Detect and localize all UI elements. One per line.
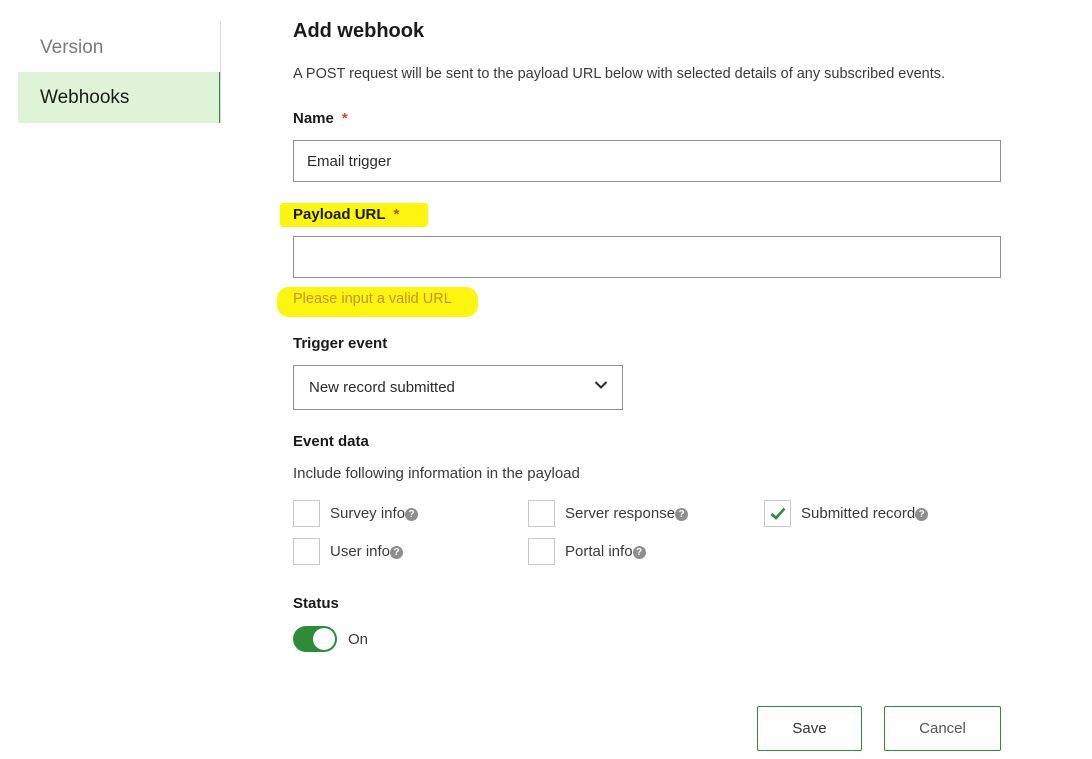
server-response-checkbox[interactable] — [528, 500, 555, 527]
event-data-label: Event data — [293, 433, 369, 450]
checkbox-submitted-record: Submitted record? — [764, 500, 929, 527]
checkbox-portal-info: Portal info? — [528, 538, 646, 565]
checkbox-label: Portal info? — [565, 543, 646, 560]
event-data-subtitle: Include following information in the pay… — [293, 465, 580, 482]
payload-url-input[interactable] — [293, 236, 1001, 278]
submitted-record-checkbox[interactable] — [764, 500, 791, 527]
sidebar-divider — [220, 22, 221, 123]
sidebar-item-webhooks[interactable]: Webhooks — [18, 72, 221, 123]
question-circle-icon[interactable]: ? — [915, 508, 929, 521]
user-info-checkbox[interactable] — [293, 538, 320, 565]
payload-url-label: Payload URL * — [293, 206, 399, 223]
webhook-form: Add webhook A POST request will be sent … — [277, 0, 1033, 759]
sidebar-item-version[interactable]: Version — [18, 22, 221, 73]
trigger-event-select[interactable]: New record submitted — [293, 365, 623, 410]
checkbox-label: Server response? — [565, 505, 689, 522]
checkbox-user-info: User info? — [293, 538, 404, 565]
page-title: Add webhook — [293, 20, 425, 42]
sidebar-item-label: Version — [40, 36, 104, 58]
question-circle-icon[interactable]: ? — [675, 508, 689, 521]
status-value: On — [348, 631, 369, 648]
trigger-event-value: New record submitted — [309, 379, 455, 396]
question-circle-icon[interactable]: ? — [390, 546, 404, 559]
payload-url-label-text: Payload URL — [293, 206, 386, 223]
portal-info-checkbox[interactable] — [528, 538, 555, 565]
question-circle-icon[interactable]: ? — [405, 508, 419, 521]
payload-url-error: Please input a valid URL — [293, 291, 452, 307]
name-label: Name * — [293, 110, 348, 127]
status-label: Status — [293, 595, 339, 612]
sidebar-item-label: Webhooks — [40, 86, 130, 108]
status-toggle[interactable] — [293, 626, 337, 652]
name-label-text: Name — [293, 110, 334, 127]
sidebar: Version Webhooks — [18, 22, 222, 123]
checkbox-label: User info? — [330, 543, 404, 560]
trigger-event-label: Trigger event — [293, 335, 388, 352]
checkbox-label: Survey info? — [330, 505, 419, 522]
form-description: A POST request will be sent to the paylo… — [293, 66, 946, 82]
toggle-knob — [313, 628, 335, 650]
checkbox-server-response: Server response? — [528, 500, 689, 527]
checkbox-label: Submitted record? — [801, 505, 929, 522]
checkmark-icon — [770, 507, 785, 520]
checkbox-survey-info: Survey info? — [293, 500, 419, 527]
required-marker: * — [393, 206, 400, 223]
question-circle-icon[interactable]: ? — [632, 546, 646, 559]
survey-info-checkbox[interactable] — [293, 500, 320, 527]
cancel-button[interactable]: Cancel — [884, 706, 1001, 751]
chevron-down-icon — [594, 381, 608, 389]
save-button[interactable]: Save — [757, 706, 862, 751]
name-input[interactable] — [293, 140, 1001, 182]
required-marker: * — [341, 110, 348, 127]
